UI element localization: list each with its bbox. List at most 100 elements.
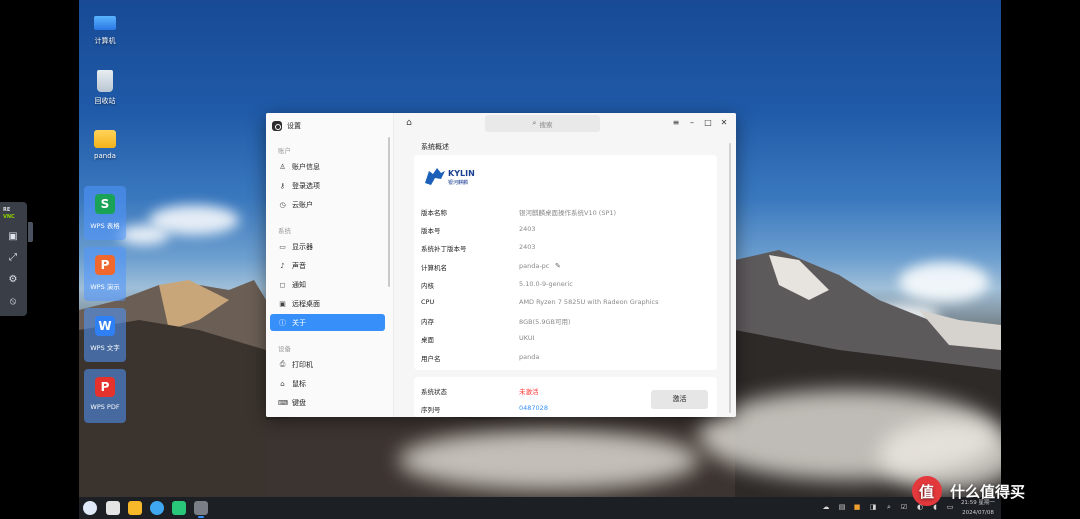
info-icon: ⓘ: [279, 318, 286, 327]
vnc-toolbar: RE VNC ▣ ⤢ ⚙ ⦸: [0, 202, 27, 316]
sidebar-tray-icon[interactable]: ◨: [868, 502, 878, 513]
kv-value: 2403: [519, 243, 536, 252]
watermark: 什么值得买: [912, 476, 1025, 506]
keyboard-icon: ⌨: [278, 398, 289, 407]
file-manager-icon[interactable]: [128, 501, 142, 515]
desktop-icon-home-folder[interactable]: panda: [79, 130, 131, 160]
sidebar-section-heading: 系统: [278, 227, 291, 235]
search-input[interactable]: ⌕ 搜索: [485, 115, 600, 132]
edit-hostname-icon[interactable]: ✎: [555, 262, 561, 270]
kv-value: panda-pc: [519, 261, 550, 270]
checkbox-tray-icon[interactable]: ☑: [899, 502, 909, 513]
kv-key: 桌面: [421, 336, 434, 345]
sidebar-item[interactable]: ▭ 显示器: [270, 238, 385, 255]
app-tray-icon[interactable]: ■: [852, 502, 862, 513]
search-tray-icon[interactable]: ⌕: [884, 502, 894, 513]
vnc-fullscreen-button[interactable]: ⤢: [6, 251, 20, 265]
desktop-icon-wps-writer[interactable]: W WPS 文字: [84, 308, 126, 362]
kylin-logo: KYLIN 银河麒麟: [423, 165, 493, 187]
sidebar-item[interactable]: ◻ 通知: [270, 276, 385, 293]
sidebar-item[interactable]: ◷ 云账户: [270, 196, 385, 213]
multitask-view-icon[interactable]: [106, 501, 120, 515]
monitor-icon: ▭: [279, 242, 286, 251]
start-menu-icon[interactable]: [83, 501, 97, 515]
close-button[interactable]: ✕: [718, 117, 730, 129]
vnc-settings-button[interactable]: ⚙: [6, 273, 20, 287]
kylin-logo-mark: KYLIN 银河麒麟: [425, 168, 475, 186]
wps-slides-icon: P: [95, 255, 115, 275]
settings-taskbar-icon[interactable]: [194, 501, 208, 515]
watermark-badge-icon: [912, 476, 942, 506]
maximize-button[interactable]: □: [702, 117, 714, 129]
kv-row: 版本号 2403: [421, 225, 711, 237]
kv-key: 用户名: [421, 354, 441, 363]
sidebar-item[interactable]: ⎙ 打印机: [270, 356, 385, 373]
kv-value: AMD Ryzen 7 5825U with Radeon Graphics: [519, 298, 659, 306]
kv-row: 内存 8GB(5.9GB可用): [421, 316, 711, 328]
activation-card: 系统状态 未激活 序列号 0487028 激活: [414, 377, 717, 417]
minimize-button[interactable]: –: [686, 117, 698, 129]
sidebar-item-label: 账户信息: [292, 162, 320, 171]
sidebar-item[interactable]: ♪ 声音: [270, 257, 385, 274]
vnc-disconnect-button[interactable]: ⦸: [6, 295, 20, 309]
wps-writer-icon: W: [95, 316, 115, 336]
vnc-display-button[interactable]: ▣: [6, 230, 20, 244]
sound-icon: ♪: [280, 261, 285, 270]
sidebar-scrollbar[interactable]: [388, 137, 390, 287]
desktop-icon-label: WPS PDF: [90, 403, 120, 411]
cloud-sea: [399, 430, 699, 490]
window-title: 设置: [287, 122, 301, 130]
trash-icon: [97, 70, 113, 92]
menu-button[interactable]: ≡: [670, 117, 682, 129]
desktop-icon-label: panda: [94, 152, 116, 160]
sidebar-section-heading: 账户: [278, 147, 291, 155]
window-title-area: 设置: [272, 119, 301, 133]
vnc-toolbar-handle[interactable]: [28, 222, 33, 242]
desktop-icon-wps-sheets[interactable]: S WPS 表格: [84, 186, 126, 240]
kv-value: panda: [519, 352, 540, 361]
kv-key: 版本名称: [421, 209, 447, 217]
settings-sidebar: 设置 账户 ♙ 账户信息 ⚷ 登录选项 ◷ 云账户 系统 ▭ 显示器 ♪ 声音 ◻ 通知 ▣ 远程桌面 ⓘ 关于设…: [266, 113, 394, 417]
desktop-icon-label: 回收站: [94, 97, 116, 105]
desktop-icon-label: WPS 表格: [90, 222, 120, 230]
sidebar-item-label: 打印机: [292, 360, 313, 369]
sidebar-item[interactable]: ⚷ 登录选项: [270, 177, 385, 194]
sidebar-item-label: 鼠标: [292, 379, 306, 388]
browser-icon[interactable]: [150, 501, 164, 515]
desktop-icon-wps-pdf[interactable]: P WPS PDF: [84, 369, 126, 423]
sidebar-item[interactable]: ⌂ 鼠标: [270, 375, 385, 392]
kv-row: CPU AMD Ryzen 7 5825U with Radeon Graphic…: [421, 298, 711, 310]
serial-number: 0487028: [519, 404, 548, 412]
main-scrollbar[interactable]: [729, 143, 731, 413]
kv-key: 系统补丁版本号: [421, 245, 467, 254]
kv-value: 5.10.0-9-generic: [519, 279, 573, 288]
desktop-icon-computer[interactable]: 计算机: [79, 12, 131, 46]
app-store-icon[interactable]: [172, 501, 186, 515]
cloud-tray-icon[interactable]: ☁: [821, 502, 831, 513]
kv-value: 8GB(5.9GB可用): [519, 318, 571, 327]
desktop-icon-wps-slides[interactable]: P WPS 演示: [84, 247, 126, 301]
search-placeholder: 搜索: [539, 120, 553, 129]
sidebar-item[interactable]: ♙ 账户信息: [270, 158, 385, 175]
desktop-icon-label: WPS 文字: [90, 344, 120, 352]
remote-desktop-icon: ▣: [279, 299, 286, 308]
sidebar-item[interactable]: ⓘ 关于: [270, 314, 385, 331]
clipboard-tray-icon[interactable]: ▤: [837, 502, 847, 513]
desktop-icon-trash[interactable]: 回收站: [79, 70, 131, 106]
kv-value: 2403: [519, 225, 536, 234]
home-icon[interactable]: ⌂: [403, 118, 415, 130]
computer-icon: [94, 16, 116, 30]
sidebar-item[interactable]: ⌨ 键盘: [270, 394, 385, 411]
page-title: 系统概述: [421, 143, 449, 151]
sidebar-item[interactable]: ▣ 远程桌面: [270, 295, 385, 312]
activate-button[interactable]: 激活: [651, 390, 708, 409]
wps-pdf-icon: P: [95, 377, 115, 397]
settings-window: 设置 账户 ♙ 账户信息 ⚷ 登录选项 ◷ 云账户 系统 ▭ 显示器 ♪ 声音 ◻ 通知 ▣ 远程桌面 ⓘ 关于设…: [266, 113, 736, 417]
sidebar-item-label: 云账户: [292, 200, 313, 209]
printer-icon: ⎙: [279, 360, 286, 368]
kv-row: 版本名称 银河麒麟桌面操作系统V10 (SP1): [421, 207, 711, 219]
sidebar-item-label: 登录选项: [292, 181, 320, 190]
kv-row: 系统补丁版本号 2403: [421, 243, 711, 255]
svg-text:银河麒麟: 银河麒麟: [448, 179, 468, 186]
desktop-icon-label: 计算机: [94, 37, 116, 45]
